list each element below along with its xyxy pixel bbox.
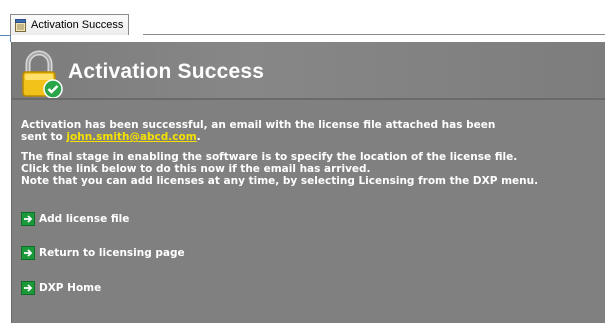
return-to-licensing-page-link[interactable]: Return to licensing page	[21, 246, 185, 260]
email-link[interactable]: john.smith@abcd.com	[66, 131, 196, 143]
tab-divider	[143, 34, 605, 35]
activation-message: Activation has been successful, an email…	[21, 119, 601, 187]
arrow-right-icon	[21, 212, 35, 226]
message-line-1: Activation has been successful, an email…	[21, 119, 496, 131]
tab-label: Activation Success	[31, 19, 124, 31]
message-line-4: Click the link below to do this now if t…	[21, 163, 371, 175]
accent-line	[0, 35, 10, 36]
message-line-2-prefix: sent to	[21, 131, 67, 143]
page-header: Activation Success	[12, 42, 605, 100]
message-line-3: The final stage in enabling the software…	[21, 151, 518, 163]
arrow-right-icon	[21, 281, 35, 295]
accent-line-vertical	[10, 35, 11, 42]
link-label: Return to licensing page	[39, 247, 185, 259]
message-line-5: Note that you can add licenses at any ti…	[21, 175, 539, 187]
add-license-file-link[interactable]: Add license file	[21, 212, 129, 226]
document-icon	[15, 18, 26, 32]
header-divider	[12, 98, 605, 100]
link-label: DXP Home	[39, 282, 102, 294]
page-title: Activation Success	[68, 60, 265, 83]
arrow-right-icon	[21, 246, 35, 260]
lock-check-icon	[20, 50, 64, 100]
content-panel: Activation Success Activation has been s…	[11, 42, 605, 323]
tab-strip: Activation Success	[0, 0, 605, 42]
message-line-2: sent to john.smith@abcd.com.	[21, 131, 601, 143]
dxp-home-link[interactable]: DXP Home	[21, 281, 101, 295]
tab-activation-success[interactable]: Activation Success	[10, 14, 130, 35]
link-label: Add license file	[39, 213, 130, 225]
message-line-2-suffix: .	[196, 131, 201, 143]
